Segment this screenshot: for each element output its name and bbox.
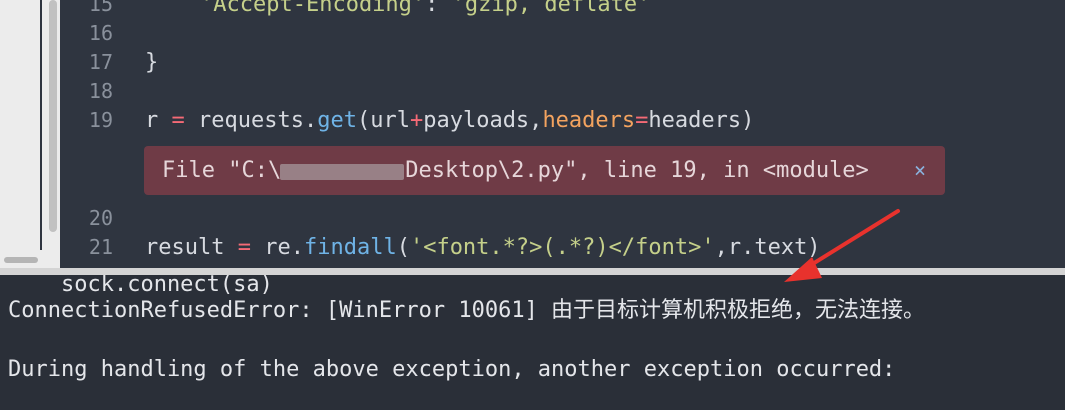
code-keyword-arg: headers [542,108,636,133]
code-line[interactable]: 15 'Accept-Encoding': 'gzip, deflate' [0,0,1065,19]
red-arrow-annotation [784,209,900,282]
code-object: requests [198,108,304,133]
code-line[interactable]: 18 [0,77,1065,106]
code-variable: r [145,108,159,133]
code-dot: . [290,235,304,260]
console-output[interactable]: sock.connect(sa) ConnectionRefusedError:… [0,275,1065,410]
code-string: 'Accept-Encoding' [200,0,426,17]
code-line[interactable]: 17 } [0,48,1065,77]
code-string: 'gzip, deflate' [451,0,651,17]
code-line[interactable]: 16 [0,19,1065,48]
code-method: get [317,108,357,133]
line-number: 21 [88,235,113,259]
code-argument: headers [648,108,742,133]
code-string: '<font.*?>(.*?)</font>' [409,235,715,260]
code-paren: ( [396,235,410,260]
error-text-prefix: File "C:\ [162,158,282,183]
code-argument: url [370,108,410,133]
code-operator: = [635,108,649,133]
code-paren: ) [741,108,755,133]
code-text: } [145,50,159,75]
code-argument: payloads, [423,108,543,133]
line-number: 17 [88,50,113,74]
code-object: re [264,235,291,260]
code-paren: ( [356,108,371,133]
error-text-suffix: Desktop\2.py", line 19, in <module> [405,158,869,183]
line-number: 20 [88,206,113,230]
line-number: 16 [88,21,113,45]
code-text: : [425,0,452,17]
line-number: 18 [88,79,113,103]
redacted-path [280,164,404,180]
console-line: sock.connect(sa) [8,275,273,297]
code-operator: = [237,235,251,260]
code-operator: = [171,108,185,133]
line-number: 19 [88,108,113,132]
code-method: findall [303,235,397,260]
close-icon[interactable]: × [909,146,931,195]
code-dot: . [303,108,318,133]
console-line: During handling of the above exception, … [8,357,896,382]
code-variable: result [145,235,225,260]
code-operator: + [409,108,424,133]
console-line: ConnectionRefusedError: [WinError 10061]… [8,298,926,323]
line-number: 15 [88,0,113,16]
code-line[interactable]: 19 r = requests.get(url+payloads,headers… [0,106,1065,135]
inline-error-popup: File "C:\ Desktop\2.py", line 19, in <mod… [144,146,945,195]
